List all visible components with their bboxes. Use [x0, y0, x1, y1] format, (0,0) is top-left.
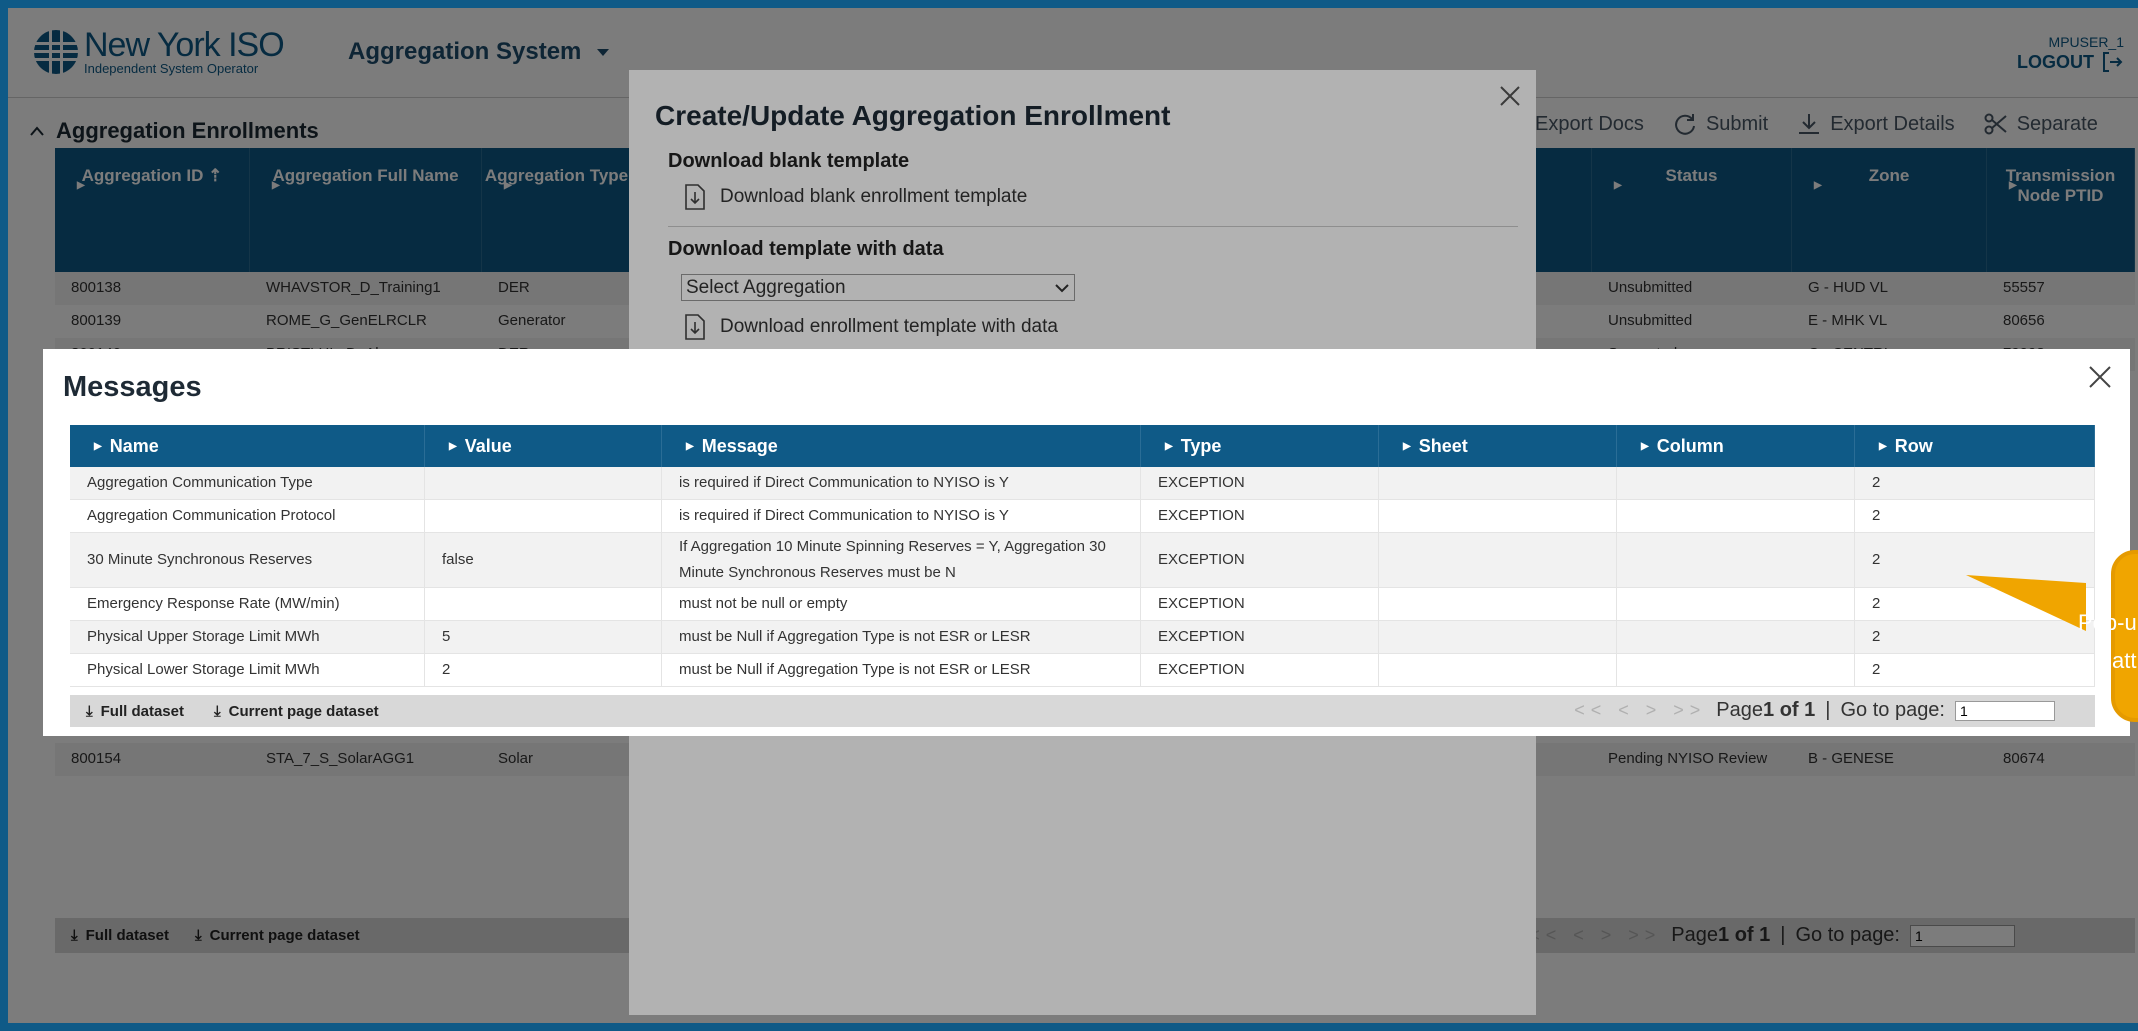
- current-page-dataset-button[interactable]: ⤓ Current page dataset: [214, 703, 379, 720]
- messages-table-footer: ⤓ Full dataset ⤓ Current page dataset << <…: [70, 695, 2095, 727]
- col-label: Column: [1656, 435, 1724, 456]
- cell-sheet: [1379, 654, 1617, 686]
- col-label: Name: [109, 435, 159, 456]
- full-dataset-label: Full dataset: [100, 702, 184, 720]
- pager: << < > >> Page1 of 1 | Go to page:: [1574, 699, 2055, 722]
- cell-row: 2: [1855, 500, 2095, 532]
- cell-type: EXCEPTION: [1141, 588, 1379, 620]
- cell-name: Aggregation Communication Protocol: [70, 500, 425, 532]
- download-icon: ⤓: [214, 702, 221, 720]
- pager-separator: |: [1825, 699, 1831, 721]
- col-label: Message: [701, 435, 778, 456]
- col-label: Value: [464, 435, 512, 456]
- col-label: Sheet: [1418, 435, 1468, 456]
- callout-line-2: attr: [2112, 648, 2138, 673]
- cell-sheet: [1379, 621, 1617, 653]
- cell-value: [425, 588, 662, 620]
- callout-tail: [1966, 575, 2086, 631]
- cell-sheet: [1379, 467, 1617, 499]
- current-page-dataset-label: Current page dataset: [228, 702, 379, 720]
- table-row[interactable]: Aggregation Communication Type is require…: [70, 467, 2095, 500]
- caret-right-icon: ▶: [686, 440, 694, 452]
- cell-name: Physical Upper Storage Limit MWh: [70, 621, 425, 653]
- col-row[interactable]: ▶ Row: [1855, 425, 2095, 467]
- cell-value: 2: [425, 654, 662, 686]
- full-dataset-button[interactable]: ⤓ Full dataset: [86, 703, 184, 720]
- col-sheet[interactable]: ▶ Sheet: [1379, 425, 1617, 467]
- table-row[interactable]: Physical Lower Storage Limit MWh 2 must be…: [70, 654, 2095, 687]
- col-type[interactable]: ▶ Type: [1141, 425, 1379, 467]
- page-indicator: Page1 of 1: [1716, 699, 1815, 722]
- cell-row: 2: [1855, 654, 2095, 686]
- cell-name: 30 Minute Synchronous Reserves: [70, 533, 425, 587]
- page: New York ISO Independent System Operator…: [8, 8, 2138, 1023]
- close-icon[interactable]: [2086, 363, 2114, 391]
- cell-type: EXCEPTION: [1141, 467, 1379, 499]
- cell-name: Physical Lower Storage Limit MWh: [70, 654, 425, 686]
- caret-right-icon: ▶: [1165, 440, 1173, 452]
- cell-type: EXCEPTION: [1141, 533, 1379, 587]
- caret-right-icon: ▶: [1403, 440, 1411, 452]
- callout-line-1: Pop-u: [2078, 610, 2137, 635]
- cell-column: [1617, 588, 1855, 620]
- cell-name: Emergency Response Rate (MW/min): [70, 588, 425, 620]
- cell-sheet: [1379, 500, 1617, 532]
- cell-type: EXCEPTION: [1141, 654, 1379, 686]
- col-message[interactable]: ▶ Message: [662, 425, 1141, 467]
- messages-modal: Messages ▶ Name ▶ Value ▶ Message ▶ Type ▶ Sh…: [43, 349, 2130, 736]
- cell-message: must not be null or empty: [662, 588, 1141, 620]
- goto-page-input[interactable]: [1955, 700, 2055, 721]
- cell-column: [1617, 621, 1855, 653]
- cell-column: [1617, 500, 1855, 532]
- cell-column: [1617, 533, 1855, 587]
- cell-type: EXCEPTION: [1141, 621, 1379, 653]
- goto-label: Go to page:: [1840, 699, 1945, 721]
- col-label: Row: [1894, 435, 1933, 456]
- caret-right-icon: ▶: [1879, 440, 1887, 452]
- table-row[interactable]: Emergency Response Rate (MW/min) must not…: [70, 588, 2095, 621]
- page-value: 1 of 1: [1763, 699, 1816, 721]
- cell-message: must be Null if Aggregation Type is not …: [662, 654, 1141, 686]
- cell-column: [1617, 654, 1855, 686]
- download-icon: ⤓: [86, 702, 93, 720]
- cell-value: [425, 500, 662, 532]
- col-column[interactable]: ▶ Column: [1617, 425, 1855, 467]
- cell-value: 5: [425, 621, 662, 653]
- cell-column: [1617, 467, 1855, 499]
- page-prefix: Page: [1716, 699, 1764, 721]
- caret-right-icon: ▶: [1641, 440, 1649, 452]
- cell-message: is required if Direct Communication to N…: [662, 467, 1141, 499]
- messages-table: ▶ Name ▶ Value ▶ Message ▶ Type ▶ Sheet ▶ Colu…: [70, 425, 2095, 687]
- cell-sheet: [1379, 533, 1617, 587]
- cell-sheet: [1379, 588, 1617, 620]
- table-row[interactable]: Physical Upper Storage Limit MWh 5 must be…: [70, 621, 2095, 654]
- messages-title: Messages: [63, 371, 202, 403]
- callout-text: Pop-u attr: [2078, 604, 2138, 680]
- table-row[interactable]: Aggregation Communication Protocol is req…: [70, 500, 2095, 533]
- col-name[interactable]: ▶ Name: [70, 425, 425, 467]
- pager-arrows[interactable]: << < > >>: [1574, 700, 1706, 721]
- col-label: Type: [1180, 435, 1222, 456]
- messages-table-header: ▶ Name ▶ Value ▶ Message ▶ Type ▶ Sheet ▶ Colu…: [70, 425, 2095, 467]
- col-value[interactable]: ▶ Value: [425, 425, 662, 467]
- cell-name: Aggregation Communication Type: [70, 467, 425, 499]
- cell-row: 2: [1855, 467, 2095, 499]
- cell-value: [425, 467, 662, 499]
- caret-right-icon: ▶: [449, 440, 457, 452]
- cell-type: EXCEPTION: [1141, 500, 1379, 532]
- cell-message: is required if Direct Communication to N…: [662, 500, 1141, 532]
- messages-table-body: Aggregation Communication Type is require…: [70, 467, 2095, 687]
- cell-message: If Aggregation 10 Minute Spinning Reserv…: [662, 533, 1141, 587]
- cell-message: must be Null if Aggregation Type is not …: [662, 621, 1141, 653]
- cell-value: false: [425, 533, 662, 587]
- table-row[interactable]: 30 Minute Synchronous Reserves false If Ag…: [70, 533, 2095, 588]
- caret-right-icon: ▶: [94, 440, 102, 452]
